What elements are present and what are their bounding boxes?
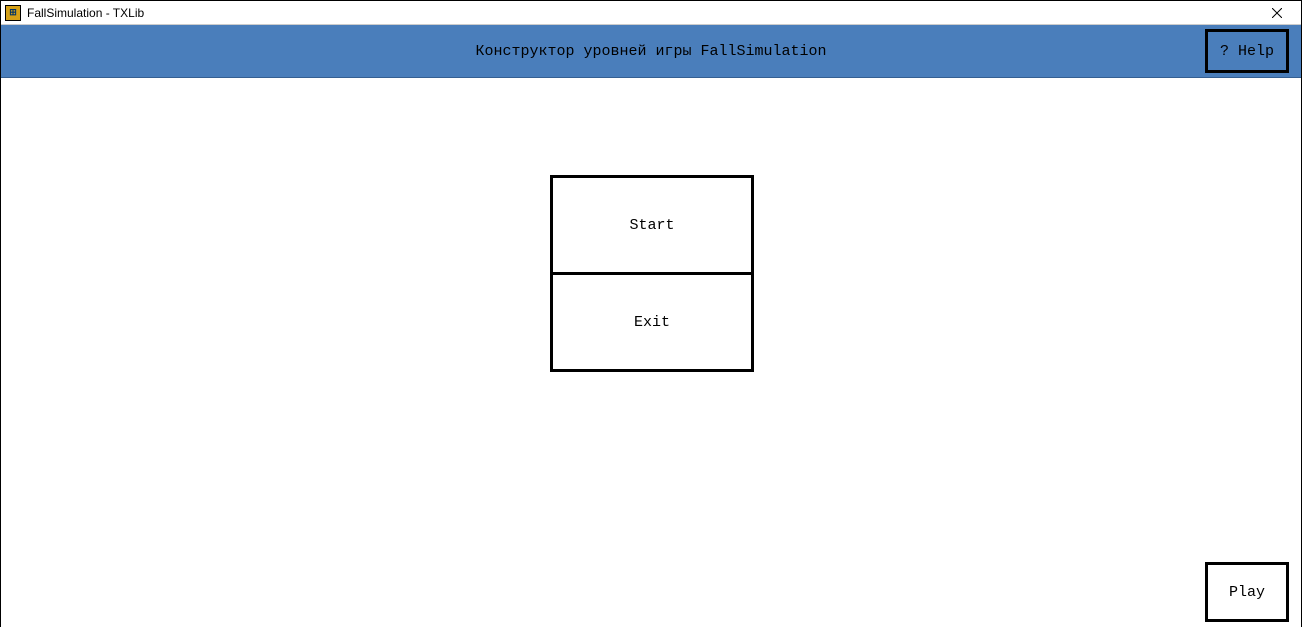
titlebar: ⊞ FallSimulation - TXLib xyxy=(1,1,1301,25)
close-icon xyxy=(1272,8,1282,18)
header-title: Конструктор уровней игры FallSimulation xyxy=(475,43,826,60)
start-button[interactable]: Start xyxy=(550,175,754,275)
help-button[interactable]: ? Help xyxy=(1205,29,1289,73)
menu-container: Start Exit xyxy=(550,175,754,372)
header-bar: Конструктор уровней игры FallSimulation … xyxy=(1,25,1301,77)
main-area: Start Exit Play xyxy=(1,77,1301,628)
exit-button[interactable]: Exit xyxy=(550,272,754,372)
play-button-label: Play xyxy=(1229,584,1265,601)
help-button-label: ? Help xyxy=(1220,43,1274,60)
window-title: FallSimulation - TXLib xyxy=(27,6,144,20)
app-icon: ⊞ xyxy=(5,5,21,21)
titlebar-left: ⊞ FallSimulation - TXLib xyxy=(5,5,144,21)
exit-button-label: Exit xyxy=(634,314,670,331)
play-button[interactable]: Play xyxy=(1205,562,1289,622)
start-button-label: Start xyxy=(629,217,674,234)
close-button[interactable] xyxy=(1257,2,1297,24)
